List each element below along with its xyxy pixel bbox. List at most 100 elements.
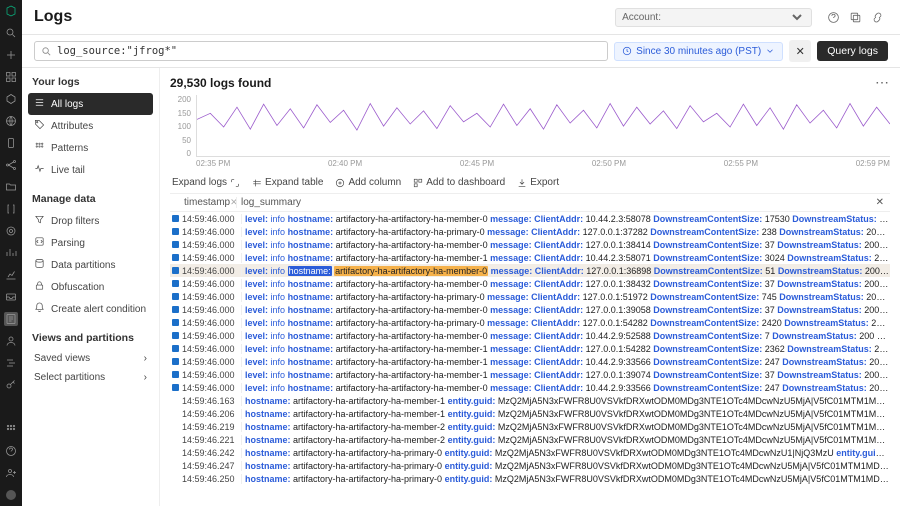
sidebar: Your logs All logsAttributesPatternsLive… <box>22 68 160 506</box>
account-picker[interactable]: Account: <box>615 8 812 27</box>
table-row[interactable]: 14:59:46.206hostname: artifactory-ha-art… <box>170 407 890 420</box>
chart-icon[interactable] <box>4 268 18 282</box>
user-icon[interactable] <box>4 334 18 348</box>
sidebar-item-drop-filters[interactable]: Drop filters <box>28 210 153 232</box>
table-row[interactable]: 14:59:46.000level: info hostname: artifa… <box>170 381 890 394</box>
kube-icon[interactable] <box>4 92 18 106</box>
brand-logo-icon[interactable] <box>4 4 18 18</box>
results-pane: 29,530 logs found ⋯ 200150100500 02:35 P… <box>160 68 900 506</box>
help-button[interactable] <box>822 6 844 28</box>
table-row[interactable]: 14:59:46.000level: info hostname: artifa… <box>170 329 890 342</box>
sidebar-item-live-tail[interactable]: Live tail <box>28 159 153 181</box>
traces-icon[interactable] <box>4 356 18 370</box>
sidebar-item-obfuscation[interactable]: Obfuscation <box>28 276 153 298</box>
table-row[interactable]: 14:59:46.000level: info hostname: artifa… <box>170 303 890 316</box>
clock-icon <box>622 46 632 56</box>
query-button[interactable]: Query logs <box>817 41 888 61</box>
col-summary-close-icon[interactable]: ✕ <box>876 197 890 208</box>
log-table: timestamp✕ log_summary✕ 14:59:46.000leve… <box>170 194 890 506</box>
export-button[interactable]: Export <box>517 177 559 188</box>
search-icon[interactable] <box>4 26 18 40</box>
col-log-summary[interactable]: log_summary✕ <box>237 197 890 208</box>
col-timestamp[interactable]: timestamp✕ <box>170 197 236 208</box>
table-row[interactable]: 14:59:46.242hostname: artifactory-ha-art… <box>170 446 890 459</box>
table-row[interactable]: 14:59:46.221hostname: artifactory-ha-art… <box>170 433 890 446</box>
chevron-right-icon: › <box>144 372 147 383</box>
table-row[interactable]: 14:59:46.219hostname: artifactory-ha-art… <box>170 420 890 433</box>
table-row[interactable]: 14:59:46.000level: info hostname: artifa… <box>170 238 890 251</box>
nav-rail <box>0 0 22 506</box>
brackets-icon[interactable] <box>4 202 18 216</box>
stack-icon <box>34 97 45 111</box>
account-select[interactable] <box>665 11 805 24</box>
sidebar-item-data-partitions[interactable]: Data partitions <box>28 254 153 276</box>
avatar-icon[interactable] <box>4 488 18 502</box>
chevron-right-icon: › <box>144 353 147 364</box>
chevron-down-icon <box>765 46 775 56</box>
help-icon[interactable] <box>4 444 18 458</box>
grid-icon <box>34 141 45 155</box>
grid-icon[interactable] <box>4 70 18 84</box>
search-icon <box>41 46 52 57</box>
plus-icon[interactable] <box>4 48 18 62</box>
tag-icon <box>34 119 45 133</box>
add-dashboard-button[interactable]: Add to dashboard <box>413 177 505 188</box>
lock-icon <box>34 280 45 294</box>
folder-icon[interactable] <box>4 180 18 194</box>
table-row[interactable]: 14:59:46.000level: info hostname: artifa… <box>170 225 890 238</box>
inbox-icon[interactable] <box>4 290 18 304</box>
table-row[interactable]: 14:59:46.000level: info hostname: artifa… <box>170 342 890 355</box>
apps-icon[interactable] <box>4 422 18 436</box>
search-input[interactable] <box>57 45 601 57</box>
table-row[interactable]: 14:59:46.000level: info hostname: artifa… <box>170 264 890 277</box>
target-icon[interactable] <box>4 224 18 238</box>
table-row[interactable]: 14:59:46.000level: info hostname: artifa… <box>170 251 890 264</box>
sidebar-item-all-logs[interactable]: All logs <box>28 93 153 115</box>
table-row[interactable]: 14:59:46.000level: info hostname: artifa… <box>170 316 890 329</box>
page-title: Logs <box>34 8 615 26</box>
copy-icon[interactable] <box>844 6 866 28</box>
invite-icon[interactable] <box>4 466 18 480</box>
results-menu-icon[interactable]: ⋯ <box>875 74 890 91</box>
pulse-icon <box>34 163 45 177</box>
table-row[interactable]: 14:59:46.000level: info hostname: artifa… <box>170 368 890 381</box>
sidebar-item-parsing[interactable]: Parsing <box>28 232 153 254</box>
sidebar-item-select-partitions[interactable]: Select partitions› <box>28 368 153 387</box>
add-column-button[interactable]: Add column <box>335 177 401 188</box>
expand-table-button[interactable]: Expand table <box>252 177 323 188</box>
table-row[interactable]: 14:59:46.000level: info hostname: artifa… <box>170 355 890 368</box>
sidebar-item-patterns[interactable]: Patterns <box>28 137 153 159</box>
results-toolbar: Expand logs Expand table Add column Add … <box>170 172 890 194</box>
table-row[interactable]: 14:59:46.247hostname: artifactory-ha-art… <box>170 459 890 472</box>
table-row[interactable]: 14:59:46.000level: info hostname: artifa… <box>170 290 890 303</box>
sidebar-item-saved-views[interactable]: Saved views› <box>28 349 153 368</box>
histogram-chart: 200150100500 02:35 PM02:40 PM02:45 PM02:… <box>170 95 890 170</box>
filter-icon <box>34 214 45 228</box>
sidebar-item-create-alert-condition[interactable]: Create alert condition <box>28 298 153 320</box>
script-icon <box>34 236 45 250</box>
expand-logs-button[interactable]: Expand logs <box>172 177 240 188</box>
key-icon[interactable] <box>4 378 18 392</box>
time-range-picker[interactable]: Since 30 minutes ago (PST) <box>614 42 783 61</box>
bell-icon <box>34 302 45 316</box>
clear-button[interactable]: ✕ <box>789 40 811 62</box>
table-row[interactable]: 14:59:46.000level: info hostname: artifa… <box>170 277 890 290</box>
bars-icon[interactable] <box>4 246 18 260</box>
phone-icon[interactable] <box>4 136 18 150</box>
results-count: 29,530 logs found <box>170 76 271 90</box>
share-icon[interactable] <box>866 6 888 28</box>
search-bar: Since 30 minutes ago (PST) ✕ Query logs <box>22 35 900 68</box>
db-icon <box>34 258 45 272</box>
sb-your-logs-title: Your logs <box>28 76 153 88</box>
sidebar-item-attributes[interactable]: Attributes <box>28 115 153 137</box>
sb-views-title: Views and partitions <box>28 332 153 344</box>
search-box[interactable] <box>34 41 608 61</box>
globe-icon[interactable] <box>4 114 18 128</box>
table-row[interactable]: 14:59:46.163hostname: artifactory-ha-art… <box>170 394 890 407</box>
sb-manage-title: Manage data <box>28 193 153 205</box>
table-row[interactable]: 14:59:46.250hostname: artifactory-ha-art… <box>170 472 890 485</box>
network-icon[interactable] <box>4 158 18 172</box>
logs-icon[interactable] <box>4 312 18 326</box>
table-row[interactable]: 14:59:46.000level: info hostname: artifa… <box>170 212 890 225</box>
header: Logs Account: <box>22 0 900 35</box>
